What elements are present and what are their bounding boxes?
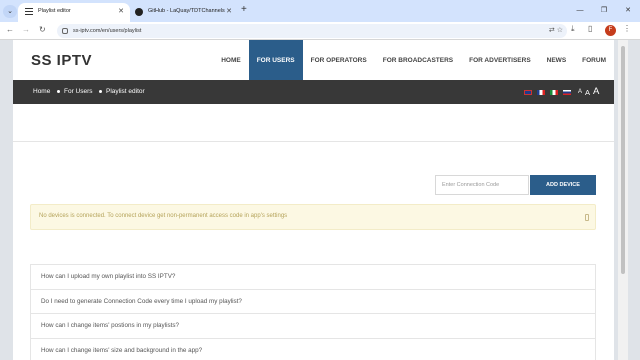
main-nav: HOME FOR USERS FOR OPERATORS FOR BROADCA… bbox=[213, 40, 614, 80]
tab-playlist-editor[interactable]: Playlist editor ✕ bbox=[18, 3, 130, 22]
faq-item[interactable]: How can I change items' size and backgro… bbox=[31, 339, 595, 360]
nav-forum[interactable]: FORUM bbox=[574, 40, 614, 80]
tab-title: GitHub - LaQuay/TDTChannels bbox=[148, 8, 225, 14]
tab-title: Playlist editor bbox=[38, 8, 71, 14]
nav-news[interactable]: NEWS bbox=[539, 40, 575, 80]
nav-for-users[interactable]: FOR USERS bbox=[248, 40, 303, 80]
menu-icon[interactable]: ⋮ bbox=[623, 24, 631, 33]
close-icon[interactable]: ✕ bbox=[118, 3, 124, 20]
translate-icon[interactable]: ⇄ ☆ bbox=[549, 24, 563, 38]
breadcrumb-for-users[interactable]: For Users bbox=[64, 88, 93, 95]
breadcrumb-separator bbox=[99, 90, 102, 93]
nav-for-advertisers[interactable]: FOR ADVERTISERS bbox=[461, 40, 539, 80]
site-logo[interactable]: SS IPTV bbox=[31, 52, 92, 69]
font-medium-button[interactable]: A bbox=[585, 88, 590, 97]
maximize-icon[interactable]: ❐ bbox=[592, 0, 616, 22]
breadcrumb: Home For Users Playlist editor A A A bbox=[13, 80, 614, 104]
browser-toolbar: ← → ↻ ss-iptv.com/en/users/playlist ⇄ ☆ … bbox=[0, 22, 640, 40]
tab-github[interactable]: GitHub - LaQuay/TDTChannels ✕ bbox=[128, 3, 238, 22]
font-large-button[interactable]: A bbox=[593, 86, 599, 97]
url-text: ss-iptv.com/en/users/playlist bbox=[73, 28, 142, 34]
faq-item[interactable]: How can I upload my own playlist into SS… bbox=[31, 265, 595, 290]
connection-code-input[interactable] bbox=[435, 175, 529, 195]
profile-avatar[interactable]: F bbox=[605, 25, 616, 36]
browser-tab-bar: ⌄ Playlist editor ✕ GitHub - LaQuay/TDTC… bbox=[0, 0, 640, 22]
address-bar[interactable]: ss-iptv.com/en/users/playlist ⇄ ☆ bbox=[57, 24, 567, 38]
alert-text: No devices is connected. To connect devi… bbox=[39, 213, 288, 219]
back-icon[interactable]: ← bbox=[6, 25, 14, 34]
flag-italy-icon[interactable] bbox=[550, 89, 558, 95]
section-divider bbox=[13, 141, 614, 142]
add-device-button[interactable]: ADD DEVICE bbox=[530, 175, 596, 195]
nav-for-broadcasters[interactable]: FOR BROADCASTERS bbox=[375, 40, 461, 80]
close-icon[interactable]: ✕ bbox=[226, 3, 232, 20]
sidebar-icon[interactable]: ▯ bbox=[588, 24, 592, 33]
flag-uk-icon[interactable] bbox=[524, 89, 532, 95]
window-controls: — ❐ ✕ bbox=[568, 0, 640, 22]
page-content: SS IPTV HOME FOR USERS FOR OPERATORS FOR… bbox=[13, 40, 614, 360]
faq-list: How can I upload my own playlist into SS… bbox=[30, 264, 596, 360]
nav-home[interactable]: HOME bbox=[213, 40, 249, 80]
faq-item[interactable]: How can I change items' postions in my p… bbox=[31, 314, 595, 339]
font-small-button[interactable]: A bbox=[578, 89, 582, 95]
site-info-icon[interactable] bbox=[62, 28, 68, 34]
github-icon bbox=[135, 7, 143, 16]
tab-search-icon[interactable]: ⌄ bbox=[3, 5, 17, 18]
page-scrollbar[interactable] bbox=[618, 40, 628, 360]
list-icon bbox=[25, 8, 33, 15]
flag-france-icon[interactable] bbox=[537, 89, 545, 95]
no-devices-alert: No devices is connected. To connect devi… bbox=[30, 204, 596, 230]
breadcrumb-current: Playlist editor bbox=[106, 88, 145, 95]
download-icon[interactable]: ⤓ bbox=[571, 24, 575, 34]
reload-icon[interactable]: ↻ bbox=[39, 25, 46, 34]
flag-russia-icon[interactable] bbox=[563, 89, 571, 95]
site-header: SS IPTV HOME FOR USERS FOR OPERATORS FOR… bbox=[13, 40, 614, 80]
forward-icon[interactable]: → bbox=[22, 25, 30, 34]
scrollbar-thumb[interactable] bbox=[621, 46, 625, 274]
nav-for-operators[interactable]: FOR OPERATORS bbox=[303, 40, 375, 80]
new-tab-icon[interactable]: + bbox=[241, 4, 247, 15]
faq-item[interactable]: Do I need to generate Connection Code ev… bbox=[31, 290, 595, 314]
window-close-icon[interactable]: ✕ bbox=[616, 0, 640, 22]
breadcrumb-separator bbox=[57, 90, 60, 93]
breadcrumb-home[interactable]: Home bbox=[33, 88, 50, 95]
minimize-icon[interactable]: — bbox=[568, 0, 592, 22]
alert-icon[interactable] bbox=[585, 214, 589, 221]
